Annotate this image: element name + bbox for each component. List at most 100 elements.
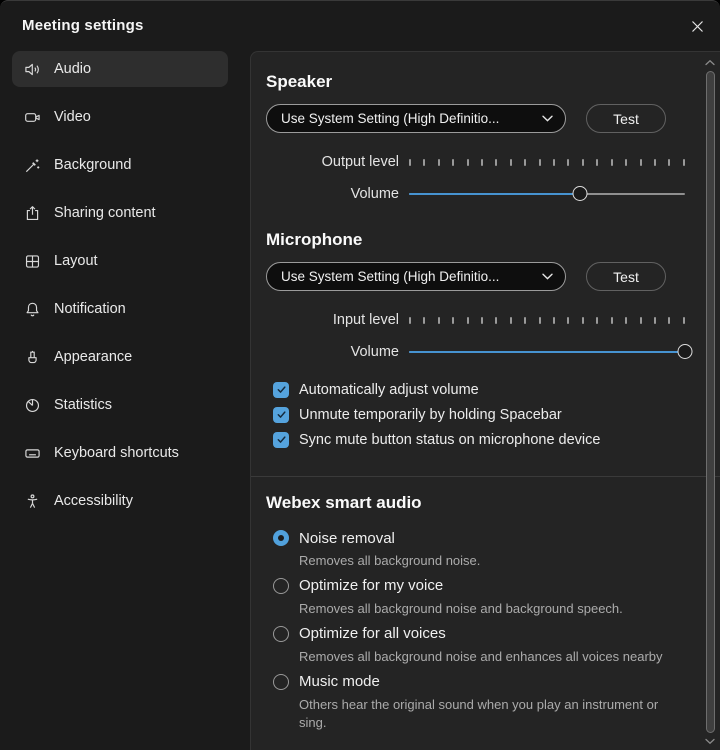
microphone-volume-label: Volume — [266, 344, 399, 360]
sidebar-item-video[interactable]: Video — [12, 99, 228, 135]
level-tick — [524, 159, 526, 166]
microphone-volume-slider[interactable] — [409, 342, 685, 362]
checkbox-checked-icon — [273, 407, 289, 423]
sidebar-item-sharing-content[interactable]: Sharing content — [12, 195, 228, 231]
sidebar-item-statistics[interactable]: Statistics — [12, 387, 228, 423]
level-tick — [582, 317, 584, 324]
speaker-volume-label: Volume — [266, 186, 399, 202]
level-tick — [438, 317, 440, 324]
sidebar-item-notification[interactable]: Notification — [12, 291, 228, 327]
level-tick — [596, 159, 598, 166]
speaker-volume-slider[interactable] — [409, 184, 685, 204]
level-tick — [654, 317, 656, 324]
checkbox-sync-mute-button[interactable]: Sync mute button status on microphone de… — [273, 427, 685, 452]
settings-sidebar: Audio Video Background Sharing content L… — [12, 51, 228, 531]
level-tick — [452, 317, 454, 324]
radio-label: Music mode — [299, 673, 380, 690]
sidebar-item-background[interactable]: Background — [12, 147, 228, 183]
level-tick — [611, 159, 613, 166]
sidebar-item-label: Layout — [54, 253, 98, 269]
level-tick — [668, 317, 670, 324]
slider-thumb[interactable] — [573, 186, 588, 201]
level-tick — [452, 159, 454, 166]
radio-label: Noise removal — [299, 530, 395, 547]
sidebar-item-label: Statistics — [54, 397, 112, 413]
scroll-up-icon[interactable] — [705, 59, 715, 67]
level-tick — [510, 159, 512, 166]
level-tick — [467, 159, 469, 166]
level-tick — [640, 317, 642, 324]
speaker-test-button[interactable]: Test — [586, 104, 666, 133]
checkbox-checked-icon — [273, 432, 289, 448]
microphone-test-button[interactable]: Test — [586, 262, 666, 291]
speaker-device-dropdown[interactable]: Use System Setting (High Definitio... — [266, 104, 566, 133]
speaker-icon — [24, 61, 41, 78]
audio-settings-panel: Speaker Use System Setting (High Definit… — [250, 51, 720, 750]
level-tick — [553, 317, 555, 324]
level-tick — [582, 159, 584, 166]
slider-thumb[interactable] — [678, 344, 693, 359]
radio-label: Optimize for my voice — [299, 577, 443, 594]
level-tick — [495, 317, 497, 324]
level-tick — [539, 159, 541, 166]
sidebar-item-layout[interactable]: Layout — [12, 243, 228, 279]
level-tick — [438, 159, 440, 166]
speaker-heading: Speaker — [266, 72, 685, 92]
level-tick — [668, 159, 670, 166]
speaker-device-value: Use System Setting (High Definitio... — [281, 111, 499, 126]
share-icon — [24, 205, 41, 222]
input-level-label: Input level — [266, 312, 399, 328]
sidebar-item-label: Background — [54, 157, 131, 173]
scroll-down-icon[interactable] — [705, 737, 715, 745]
close-button[interactable] — [684, 13, 710, 39]
level-tick — [481, 317, 483, 324]
sidebar-item-label: Video — [54, 109, 91, 125]
radio-optimize-all-voices[interactable]: Optimize for all voices — [273, 623, 685, 645]
magic-wand-icon — [24, 157, 41, 174]
level-tick — [467, 317, 469, 324]
sidebar-item-audio[interactable]: Audio — [12, 51, 228, 87]
checkbox-unmute-spacebar[interactable]: Unmute temporarily by holding Spacebar — [273, 402, 685, 427]
level-tick — [423, 317, 425, 324]
sidebar-item-label: Audio — [54, 61, 91, 77]
level-tick — [611, 317, 613, 324]
checkbox-label: Automatically adjust volume — [299, 382, 479, 398]
output-level-meter — [409, 153, 685, 171]
page-title: Meeting settings — [22, 17, 144, 34]
level-tick — [640, 159, 642, 166]
section-divider — [251, 476, 720, 477]
meeting-settings-dialog: Meeting settings Audio Video Background — [0, 0, 720, 750]
radio-unselected-icon — [273, 626, 289, 642]
smart-audio-heading: Webex smart audio — [266, 493, 685, 513]
radio-description: Others hear the original sound when you … — [299, 696, 685, 734]
level-tick — [553, 159, 555, 166]
chevron-down-icon — [542, 273, 553, 280]
accessibility-icon — [24, 493, 41, 510]
microphone-device-dropdown[interactable]: Use System Setting (High Definitio... — [266, 262, 566, 291]
level-tick — [567, 317, 569, 324]
paintbrush-icon — [24, 349, 41, 366]
level-tick — [423, 159, 425, 166]
level-tick — [539, 317, 541, 324]
level-tick — [625, 317, 627, 324]
level-tick — [524, 317, 526, 324]
close-icon — [691, 20, 704, 33]
radio-description: Removes all background noise. — [299, 552, 685, 571]
microphone-options: Automatically adjust volume Unmute tempo… — [273, 377, 685, 452]
radio-music-mode[interactable]: Music mode — [273, 671, 685, 693]
sidebar-item-label: Sharing content — [54, 205, 156, 221]
sidebar-item-appearance[interactable]: Appearance — [12, 339, 228, 375]
microphone-heading: Microphone — [266, 230, 685, 250]
radio-unselected-icon — [273, 674, 289, 690]
vertical-scrollbar[interactable] — [702, 57, 718, 747]
sidebar-item-accessibility[interactable]: Accessibility — [12, 483, 228, 519]
radio-noise-removal[interactable]: Noise removal — [273, 527, 685, 549]
radio-label: Optimize for all voices — [299, 625, 446, 642]
radio-optimize-my-voice[interactable]: Optimize for my voice — [273, 575, 685, 597]
smart-audio-options: Noise removal Removes all background noi… — [266, 527, 685, 733]
checkbox-auto-adjust-volume[interactable]: Automatically adjust volume — [273, 377, 685, 402]
sidebar-item-keyboard-shortcuts[interactable]: Keyboard shortcuts — [12, 435, 228, 471]
level-tick — [654, 159, 656, 166]
scrollbar-thumb[interactable] — [706, 71, 715, 733]
checkbox-checked-icon — [273, 382, 289, 398]
